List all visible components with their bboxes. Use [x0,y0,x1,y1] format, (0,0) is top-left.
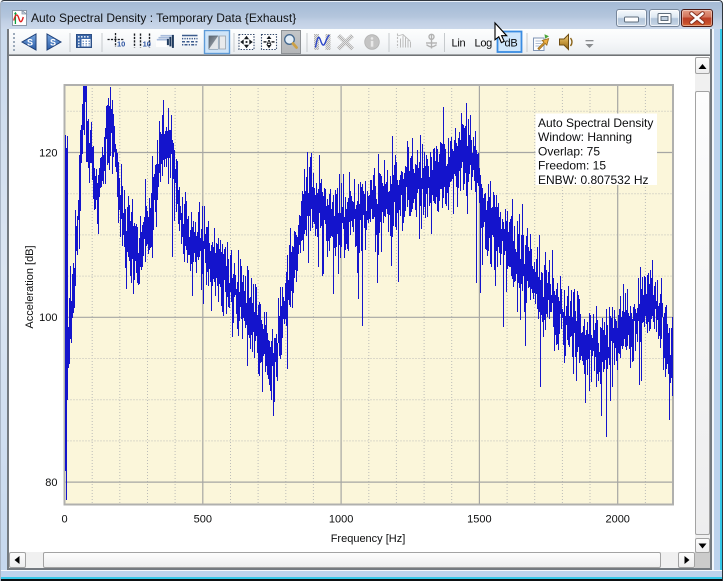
svg-text:0: 0 [61,513,67,525]
svg-text:2000: 2000 [605,513,629,525]
svg-text:Freedom: 15: Freedom: 15 [538,159,606,173]
svg-text:10: 10 [143,40,151,49]
svg-text:1000: 1000 [329,513,353,525]
svg-text:100: 100 [39,312,57,324]
svg-text:Lin: Lin [452,37,466,49]
svg-text:S: S [27,38,33,48]
svg-text:A: A [266,38,272,47]
svg-text:S: S [50,38,56,48]
svg-text:ENBW: 0.807532 Hz: ENBW: 0.807532 Hz [538,173,649,187]
svg-text:Log: Log [475,37,493,49]
svg-text:Acceleration [dB]: Acceleration [dB] [24,245,36,328]
svg-text:Overlap: 75: Overlap: 75 [538,144,600,158]
svg-text:dB: dB [505,37,518,49]
svg-text:Frequency [Hz]: Frequency [Hz] [331,533,406,545]
svg-text:120: 120 [39,147,57,159]
svg-text:80: 80 [45,477,57,489]
svg-text:Auto Spectral Density: Auto Spectral Density [538,116,653,130]
svg-text:500: 500 [194,513,212,525]
svg-text:10: 10 [117,40,125,49]
svg-text:1500: 1500 [467,513,491,525]
svg-text:Window: Hanning: Window: Hanning [538,130,632,144]
